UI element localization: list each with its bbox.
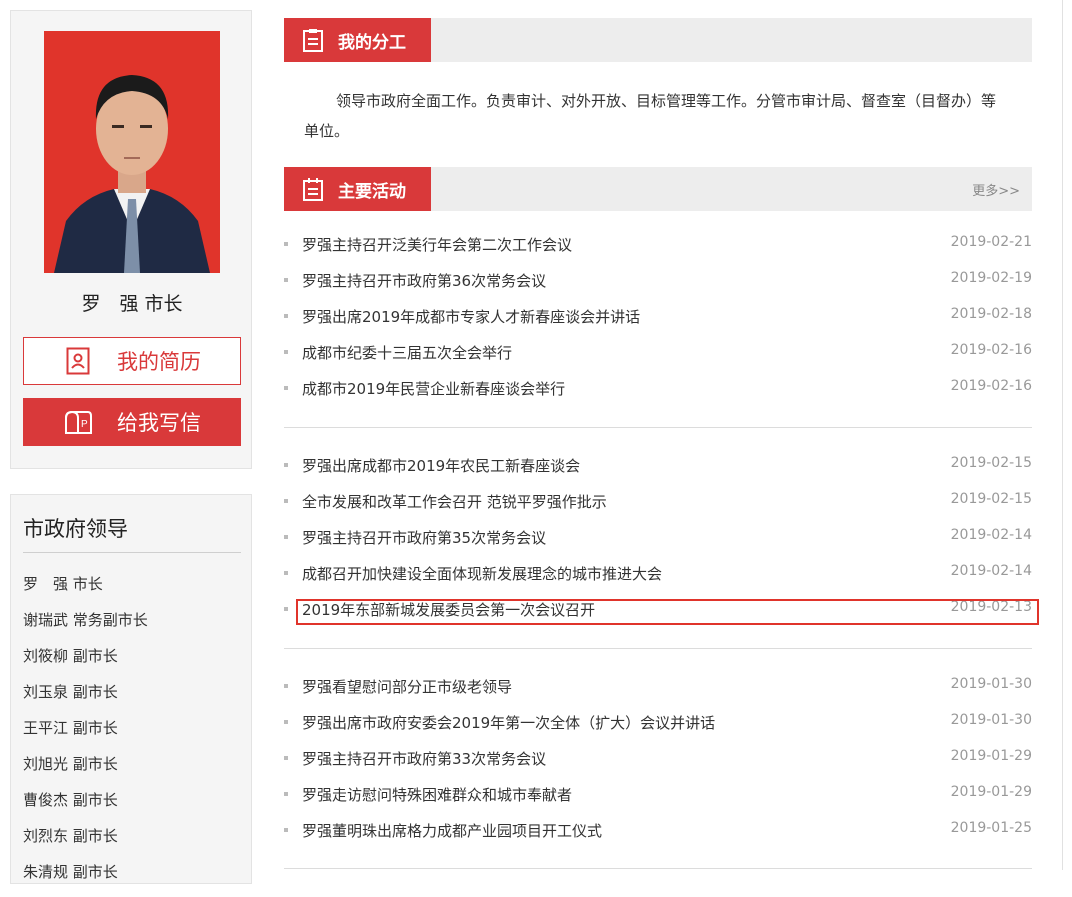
divider xyxy=(284,427,1032,428)
bullet-icon xyxy=(284,350,288,354)
activity-date: 2019-02-14 xyxy=(950,563,1032,579)
activity-title-link[interactable]: 成都市纪委十三届五次全会举行 xyxy=(302,342,512,363)
bullet-icon xyxy=(284,386,288,390)
bullet-icon xyxy=(284,571,288,575)
mailbox-icon: P xyxy=(63,407,93,437)
clipboard-icon xyxy=(302,28,326,52)
leader-item[interactable]: 刘玉泉 副市长 xyxy=(23,681,148,717)
bullet-icon xyxy=(284,684,288,688)
activity-item[interactable]: 成都市2019年民营企业新春座谈会举行 2019-02-16 xyxy=(284,371,1032,407)
write-letter-button[interactable]: P 给我写信 xyxy=(23,398,241,446)
activity-date: 2019-01-30 xyxy=(950,712,1032,728)
activity-item[interactable]: 罗强出席市政府安委会2019年第一次全体（扩大）会议并讲话 2019-01-30 xyxy=(284,705,1032,741)
portrait-photo xyxy=(44,31,220,273)
bullet-icon xyxy=(284,720,288,724)
write-letter-button-label: 给我写信 xyxy=(117,411,201,435)
activity-title-link[interactable]: 罗强主持召开市政府第36次常务会议 xyxy=(302,270,546,291)
selection-highlight xyxy=(296,599,1039,625)
activity-date: 2019-01-25 xyxy=(950,820,1032,836)
duty-section-tab: 我的分工 xyxy=(284,18,431,62)
activity-date: 2019-01-30 xyxy=(950,676,1032,692)
activity-item[interactable]: 罗强董明珠出席格力成都产业园项目开工仪式 2019-01-25 xyxy=(284,813,1032,849)
activity-item[interactable]: 罗强出席2019年成都市专家人才新春座谈会并讲话 2019-02-18 xyxy=(284,299,1032,335)
activity-date: 2019-02-15 xyxy=(950,491,1032,507)
city-leaders-panel: 市政府领导 罗 强 市长 谢瑞武 常务副市长 刘筱柳 副市长 刘玉泉 副市长 王… xyxy=(10,494,252,884)
activity-date: 2019-02-18 xyxy=(950,306,1032,322)
activity-title-link[interactable]: 成都市2019年民营企业新春座谈会举行 xyxy=(302,378,565,399)
activity-item[interactable]: 罗强主持召开泛美行年会第二次工作会议 2019-02-21 xyxy=(284,227,1032,263)
activity-date: 2019-02-14 xyxy=(950,527,1032,543)
activity-title-link[interactable]: 罗强走访慰问特殊困难群众和城市奉献者 xyxy=(302,784,572,805)
right-border xyxy=(1062,0,1063,870)
activity-date: 2019-01-29 xyxy=(950,748,1032,764)
activity-title-link[interactable]: 全市发展和改革工作会召开 范锐平罗强作批示 xyxy=(302,491,607,512)
activity-date: 2019-02-16 xyxy=(950,378,1032,394)
activities-section-tab: 主要活动 xyxy=(284,167,431,211)
activity-list-group-1: 罗强主持召开泛美行年会第二次工作会议 2019-02-21 罗强主持召开市政府第36… xyxy=(284,227,1032,407)
activity-date: 2019-02-16 xyxy=(950,342,1032,358)
resume-icon xyxy=(63,346,93,376)
bullet-icon xyxy=(284,278,288,282)
activity-title-link[interactable]: 罗强出席市政府安委会2019年第一次全体（扩大）会议并讲话 xyxy=(302,712,715,733)
activity-item[interactable]: 罗强主持召开市政府第33次常务会议 2019-01-29 xyxy=(284,741,1032,777)
city-leaders-list: 罗 强 市长 谢瑞武 常务副市长 刘筱柳 副市长 刘玉泉 副市长 王平江 副市长… xyxy=(23,573,148,897)
resume-button-label: 我的简历 xyxy=(117,350,201,374)
leader-item[interactable]: 王平江 副市长 xyxy=(23,717,148,753)
duty-text: 领导市政府全面工作。负责审计、对外开放、目标管理等工作。分管市审计局、督查室（目… xyxy=(304,92,997,140)
leader-item[interactable]: 刘筱柳 副市长 xyxy=(23,645,148,681)
divider xyxy=(284,868,1032,869)
bullet-icon xyxy=(284,828,288,832)
activity-date: 2019-02-21 xyxy=(950,234,1032,250)
activities-section-header: 主要活动 更多>> xyxy=(284,167,1032,211)
activity-item[interactable]: 罗强出席成都市2019年农民工新春座谈会 2019-02-15 xyxy=(284,448,1032,484)
bullet-icon xyxy=(284,756,288,760)
activity-title-link[interactable]: 罗强主持召开市政府第35次常务会议 xyxy=(302,527,546,548)
divider xyxy=(284,648,1032,649)
more-link[interactable]: 更多>> xyxy=(972,180,1020,199)
activity-item[interactable]: 罗强走访慰问特殊困难群众和城市奉献者 2019-01-29 xyxy=(284,777,1032,813)
activity-title-link[interactable]: 罗强出席成都市2019年农民工新春座谈会 xyxy=(302,455,580,476)
activity-item[interactable]: 成都召开加快建设全面体现新发展理念的城市推进大会 2019-02-14 xyxy=(284,556,1032,592)
city-leaders-title: 市政府领导 xyxy=(23,513,241,553)
activity-date: 2019-02-15 xyxy=(950,455,1032,471)
activity-item[interactable]: 罗强主持召开市政府第36次常务会议 2019-02-19 xyxy=(284,263,1032,299)
activity-title-link[interactable]: 罗强董明珠出席格力成都产业园项目开工仪式 xyxy=(302,820,602,841)
svg-text:P: P xyxy=(81,419,88,430)
bullet-icon xyxy=(284,535,288,539)
leader-item[interactable]: 罗 强 市长 xyxy=(23,573,148,609)
duty-section-header: 我的分工 xyxy=(284,18,1032,62)
leader-item[interactable]: 刘烈东 副市长 xyxy=(23,825,148,861)
activity-title-link[interactable]: 罗强出席2019年成都市专家人才新春座谈会并讲话 xyxy=(302,306,640,327)
official-name: 罗 强 市长 xyxy=(81,293,183,315)
leader-item[interactable]: 朱清规 副市长 xyxy=(23,861,148,897)
activity-item[interactable]: 全市发展和改革工作会召开 范锐平罗强作批示 2019-02-15 xyxy=(284,484,1032,520)
resume-button[interactable]: 我的简历 xyxy=(23,337,241,385)
activities-section-title: 主要活动 xyxy=(338,181,406,202)
activity-title-link[interactable]: 罗强看望慰问部分正市级老领导 xyxy=(302,676,512,697)
activity-title-link[interactable]: 罗强主持召开泛美行年会第二次工作会议 xyxy=(302,234,572,255)
activity-date: 2019-02-19 xyxy=(950,270,1032,286)
profile-panel: 罗 强 市长 我的简历 P 给我写信 xyxy=(10,10,252,469)
bullet-icon xyxy=(284,792,288,796)
activity-item[interactable]: 罗强主持召开市政府第35次常务会议 2019-02-14 xyxy=(284,520,1032,556)
bullet-icon xyxy=(284,607,288,611)
activity-date: 2019-01-29 xyxy=(950,784,1032,800)
bullet-icon xyxy=(284,499,288,503)
duty-section-title: 我的分工 xyxy=(338,32,406,53)
leader-item[interactable]: 刘旭光 副市长 xyxy=(23,753,148,789)
bullet-icon xyxy=(284,463,288,467)
activity-item[interactable]: 罗强看望慰问部分正市级老领导 2019-01-30 xyxy=(284,669,1032,705)
calendar-list-icon xyxy=(302,177,326,201)
activity-item[interactable]: 成都市纪委十三届五次全会举行 2019-02-16 xyxy=(284,335,1032,371)
bullet-icon xyxy=(284,314,288,318)
activity-list-group-3: 罗强看望慰问部分正市级老领导 2019-01-30 罗强出席市政府安委会2019年第… xyxy=(284,669,1032,849)
activity-title-link[interactable]: 成都召开加快建设全面体现新发展理念的城市推进大会 xyxy=(302,563,662,584)
leader-item[interactable]: 谢瑞武 常务副市长 xyxy=(23,609,148,645)
bullet-icon xyxy=(284,242,288,246)
activity-title-link[interactable]: 罗强主持召开市政府第33次常务会议 xyxy=(302,748,546,769)
leader-item[interactable]: 曹俊杰 副市长 xyxy=(23,789,148,825)
